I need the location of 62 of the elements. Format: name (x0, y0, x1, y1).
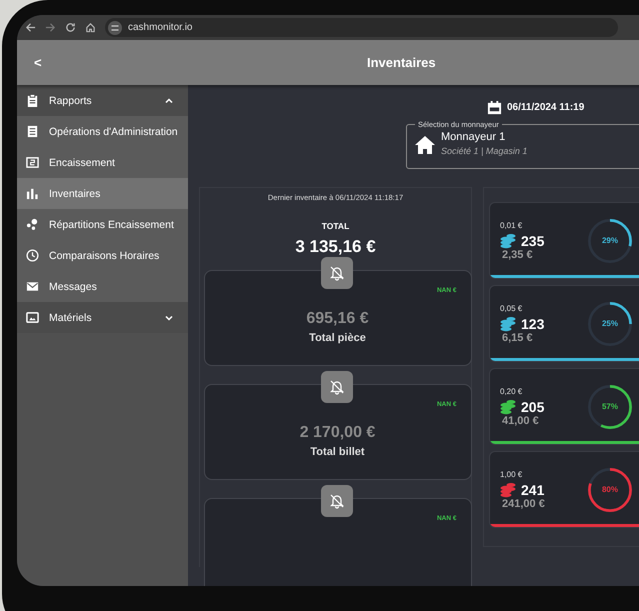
back-arrow-icon[interactable] (25, 22, 36, 33)
coin-count: 123 (521, 316, 544, 332)
total-value: 3 135,16 € (295, 237, 376, 257)
bar-chart-icon (26, 187, 39, 200)
fill-percentage: 80% (602, 485, 618, 494)
coin-count: 205 (521, 398, 544, 414)
coin-stack-icon (500, 398, 516, 414)
home-icon[interactable] (85, 22, 96, 33)
page-title: Inventaires (367, 55, 436, 70)
reload-icon[interactable] (65, 22, 76, 33)
mute-alert-button[interactable] (320, 371, 352, 403)
fill-percentage: 57% (602, 402, 618, 411)
banknote-icon (26, 156, 39, 169)
sidebar-item[interactable]: Inventaires (17, 178, 188, 209)
calendar-icon (487, 100, 502, 114)
date-time: 06/11/2024 11:19 (507, 102, 584, 112)
bell-off-icon (328, 379, 344, 395)
coin-denomination: 0,01 € (500, 220, 524, 230)
sidebar-item[interactable]: Répartitions Encaissement (17, 209, 188, 240)
coin-amount: 6,15 € (502, 332, 534, 344)
clipboard-icon (26, 94, 39, 107)
card-amount: 2 170,00 € (300, 424, 376, 442)
bell-off-icon (328, 265, 344, 281)
sidebar-item[interactable]: Encaissement (17, 147, 188, 178)
url-text: cashmonitor.io (128, 22, 192, 33)
coin-amount: 41,00 € (502, 414, 540, 426)
card-amount: 695,16 € (306, 310, 369, 328)
coin-stack-icon (500, 316, 516, 332)
coin-denomination: 0,20 € (500, 386, 524, 396)
clock-icon (26, 249, 39, 262)
card-label: Total billet (310, 446, 365, 458)
total-label: TOTAL (322, 221, 350, 231)
bell-off-icon (328, 493, 344, 509)
card-label: Total pièce (309, 332, 366, 344)
mute-alert-button[interactable] (320, 485, 352, 517)
sidebar-item[interactable]: Opérations d'Administration (17, 116, 188, 147)
fill-percentage: 29% (602, 236, 618, 245)
coin-count: 241 (521, 482, 544, 498)
mute-alert-button[interactable] (320, 257, 352, 289)
sidebar-item[interactable]: Rapports (17, 85, 188, 116)
house-icon (415, 136, 435, 154)
back-button[interactable]: < (28, 53, 48, 72)
coin-stack-icon (500, 482, 516, 498)
machine-name: Monnayeur 1 (441, 131, 506, 143)
coin-denomination: 0,05 € (500, 304, 524, 312)
coin-amount: 2,35 € (502, 248, 534, 260)
machine-location: Société 1 | Magasin 1 (441, 146, 528, 156)
coin-stack-icon (500, 232, 516, 248)
document-icon (26, 125, 39, 138)
coin-denomination: 1,00 € (500, 470, 524, 478)
site-settings-icon[interactable] (108, 20, 122, 34)
coin-amount: 241,00 € (502, 498, 546, 510)
bubbles-icon (26, 218, 39, 231)
forward-arrow-icon[interactable] (45, 22, 56, 33)
envelope-icon (26, 280, 39, 293)
sidebar-item[interactable]: Matériels (17, 302, 188, 333)
chevron-up-icon (164, 96, 174, 106)
address-bar[interactable]: cashmonitor.io (105, 18, 618, 37)
fill-percentage: 25% (602, 319, 618, 328)
sidebar-item[interactable]: Comparaisons Horaires (17, 240, 188, 271)
sidebar-item[interactable]: Messages (17, 271, 188, 302)
coin-count: 235 (521, 232, 544, 248)
